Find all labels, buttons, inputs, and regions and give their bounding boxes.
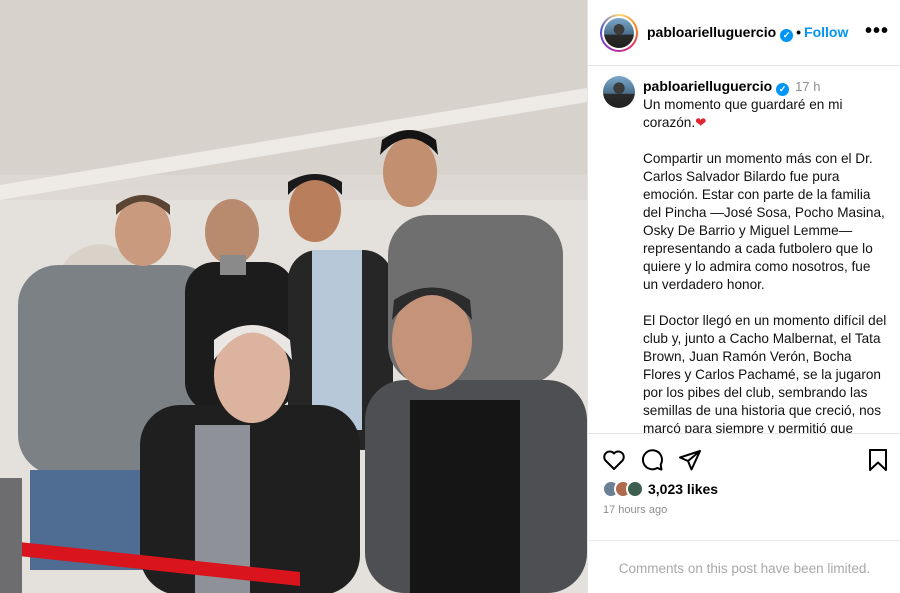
more-options-icon[interactable]: ••• bbox=[865, 20, 889, 43]
caption-section: pabloarielluguercio ✓ 17 h Un momento que … bbox=[588, 66, 900, 433]
caption-text: Un momento que guardaré en mi corazón.❤ … bbox=[643, 96, 888, 433]
verified-badge-icon: ✓ bbox=[780, 29, 794, 42]
red-heart-emoji-icon: ❤ bbox=[695, 115, 707, 130]
post-header: pabloarielluguercio ✓ • Follow ••• bbox=[588, 0, 900, 66]
header-username[interactable]: pabloarielluguercio bbox=[647, 24, 776, 40]
heart-icon[interactable] bbox=[602, 448, 626, 472]
post-photo[interactable] bbox=[0, 0, 587, 593]
comment-icon[interactable] bbox=[640, 448, 664, 472]
group-photo-illustration bbox=[0, 0, 587, 593]
story-avatar[interactable] bbox=[600, 14, 638, 52]
post-sidebar: pabloarielluguercio ✓ • Follow ••• pabloari… bbox=[587, 0, 900, 593]
share-icon[interactable] bbox=[678, 448, 702, 472]
caption-username[interactable]: pabloarielluguercio bbox=[643, 78, 772, 94]
post-timestamp[interactable]: 17 hours ago bbox=[603, 504, 667, 516]
comments-limited-notice: Comments on this post have been limited. bbox=[588, 540, 900, 576]
caption-time[interactable]: 17 h bbox=[795, 79, 820, 94]
caption-avatar[interactable] bbox=[603, 76, 635, 108]
caption-paragraph-2: Compartir un momento más con el Dr. Carl… bbox=[643, 151, 885, 292]
follow-button[interactable]: Follow bbox=[804, 24, 848, 40]
avatar bbox=[604, 18, 634, 48]
caption-paragraph-1: Un momento que guardaré en mi corazón. bbox=[643, 97, 843, 130]
liker-avatar bbox=[626, 480, 644, 498]
verified-badge-icon: ✓ bbox=[776, 83, 790, 96]
likes-count[interactable]: 3,023 likes bbox=[648, 481, 718, 497]
post-actions: 3,023 likes 17 hours ago Comments on thi… bbox=[588, 433, 900, 593]
caption-paragraph-3: El Doctor llegó en un momento difícil de… bbox=[643, 313, 887, 433]
bookmark-icon[interactable] bbox=[867, 448, 889, 472]
separator-dot: • bbox=[796, 24, 802, 40]
